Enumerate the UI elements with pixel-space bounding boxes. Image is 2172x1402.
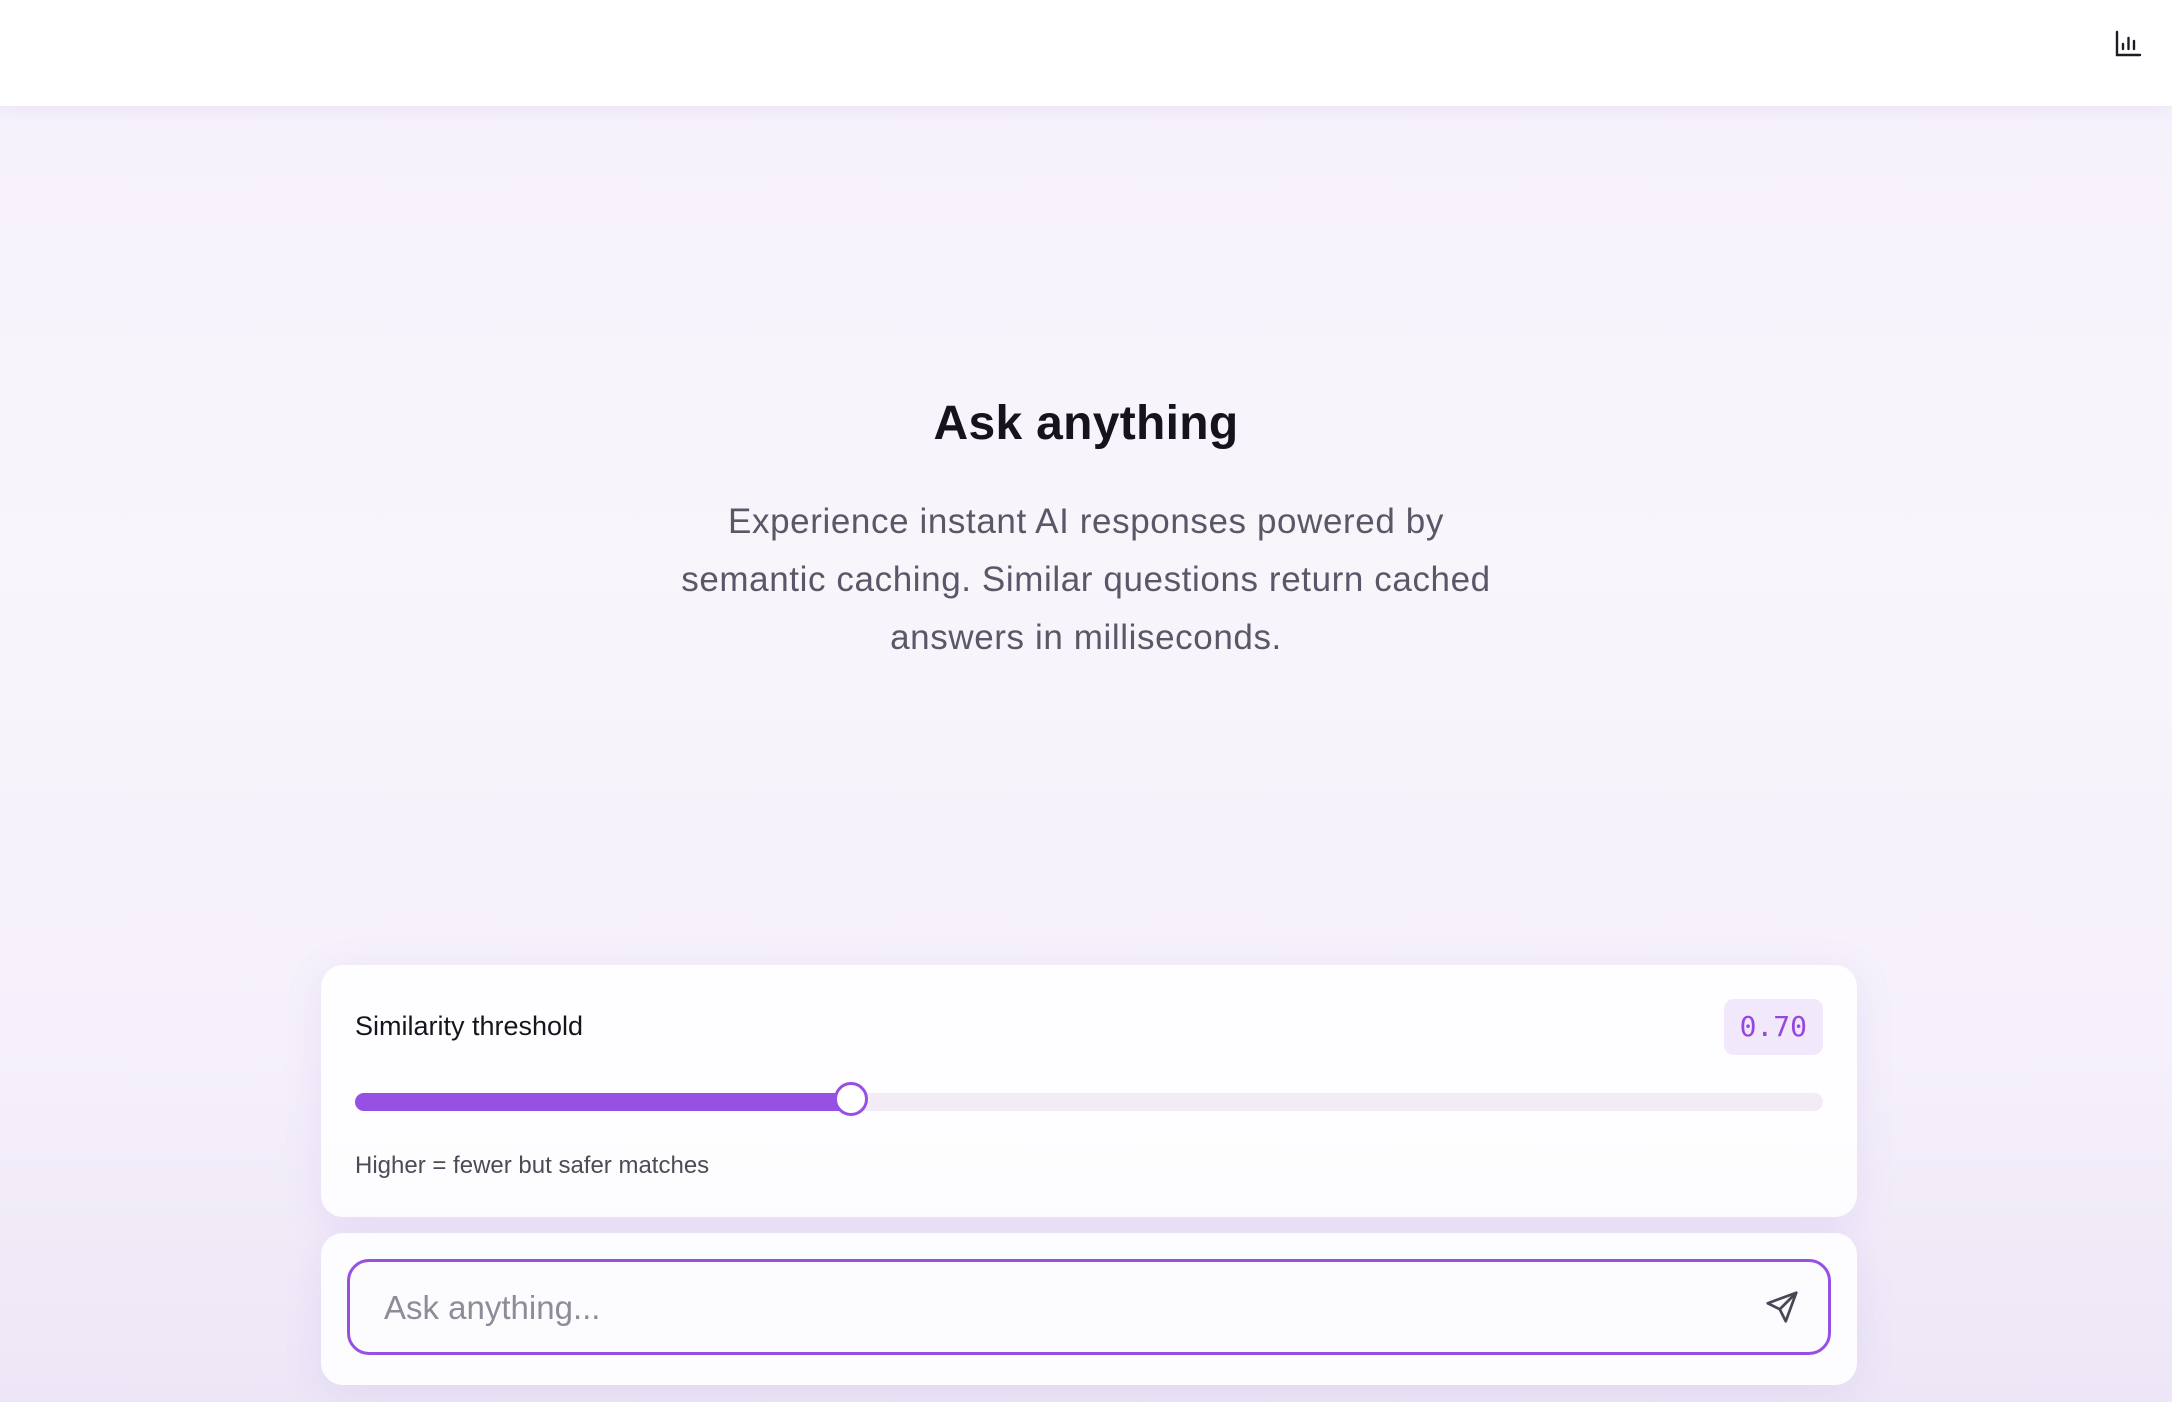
app-page: Ask anything Experience instant AI respo… xyxy=(0,0,2172,1402)
threshold-hint: Higher = fewer but safer matches xyxy=(355,1152,710,1179)
hero-section: Ask anything Experience instant AI respo… xyxy=(0,396,2172,667)
top-bar xyxy=(0,0,2172,107)
hero-subtitle: Experience instant AI responses powered … xyxy=(681,502,1491,657)
send-button[interactable] xyxy=(1760,1285,1804,1329)
similarity-threshold-card: Similarity threshold 0.70 Higher = fewer… xyxy=(321,965,1857,1217)
stats-button[interactable] xyxy=(2106,22,2150,66)
threshold-label: Similarity threshold xyxy=(355,1011,584,1041)
slider-thumb[interactable] xyxy=(834,1082,869,1116)
chat-input-box xyxy=(347,1259,1831,1355)
chat-input-card xyxy=(321,1233,1857,1385)
bar-chart-icon xyxy=(2115,30,2142,57)
chat-input[interactable] xyxy=(382,1262,1726,1354)
send-icon xyxy=(1766,1291,1798,1323)
similarity-threshold-slider[interactable] xyxy=(355,1082,1823,1116)
threshold-value-badge: 0.70 xyxy=(1723,999,1823,1055)
slider-fill xyxy=(355,1093,852,1111)
hero-title: Ask anything xyxy=(933,397,1239,450)
